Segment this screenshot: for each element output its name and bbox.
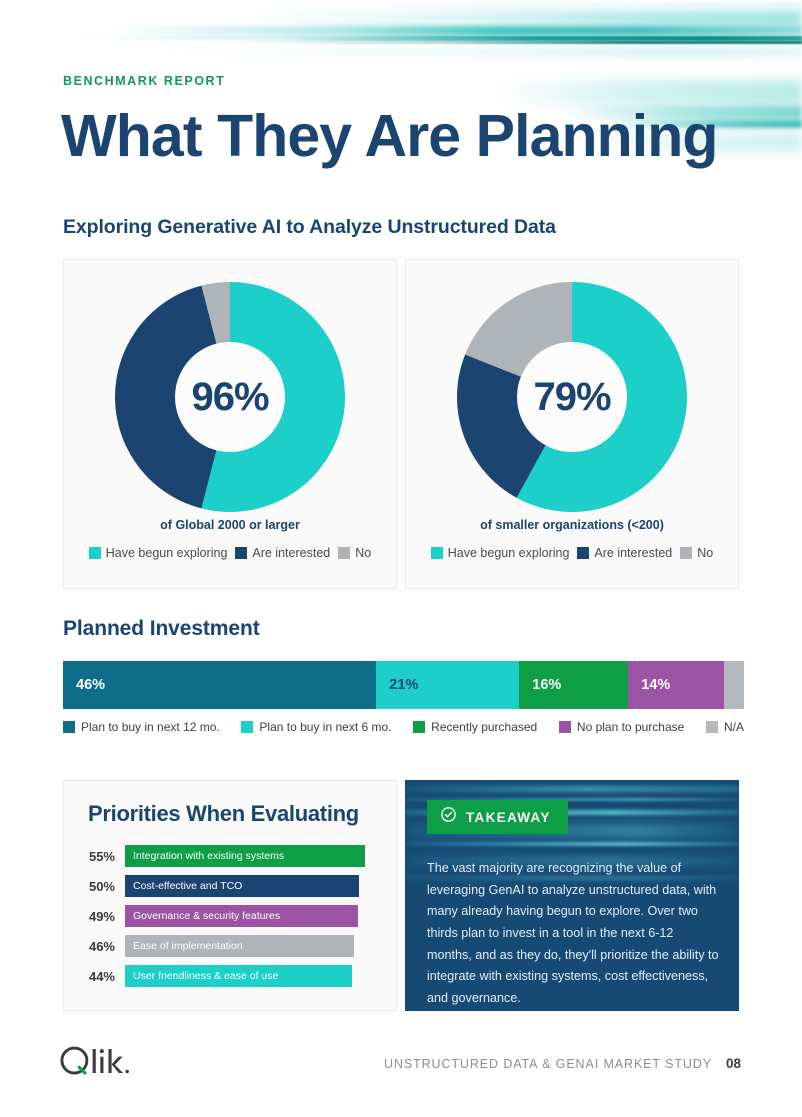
legend-label: Are interested bbox=[252, 546, 331, 560]
section-title-planned-investment: Planned Investment bbox=[63, 617, 260, 640]
legend-label: Have begun exploring bbox=[105, 546, 228, 560]
donut-legend: Have begun exploring Are interested No bbox=[406, 546, 738, 560]
investment-legend-item: No plan to purchase bbox=[558, 720, 685, 734]
priority-row: 44% User friendliness & ease of use bbox=[64, 961, 396, 991]
investment-legend-item: Recently purchased bbox=[413, 720, 537, 734]
priorities-title: Priorities When Evaluating bbox=[88, 801, 359, 826]
legend-label: No bbox=[355, 546, 372, 560]
legend-label: Plan to buy in next 6 mo. bbox=[259, 720, 392, 734]
investment-legend-item: N/A bbox=[705, 720, 744, 734]
legend-swatch-icon bbox=[63, 721, 75, 733]
legend-swatch-icon bbox=[680, 547, 693, 559]
investment-bar-segment: 21% bbox=[376, 661, 520, 709]
legend-item: Are interested bbox=[577, 546, 672, 560]
legend-label: No bbox=[697, 546, 714, 560]
page-title: What They Are Planning bbox=[61, 103, 718, 169]
donut-center-value: 96% bbox=[191, 374, 269, 419]
investment-bar-segment bbox=[723, 661, 744, 709]
priority-row: 49% Governance & security features bbox=[64, 901, 396, 931]
legend-swatch-icon bbox=[241, 721, 254, 733]
legend-label: Recently purchased bbox=[431, 720, 538, 734]
legend-item: Have begun exploring bbox=[430, 546, 570, 560]
legend-label: Have begun exploring bbox=[447, 546, 570, 560]
priority-row: 46% Ease of implementation bbox=[64, 931, 396, 961]
priority-bar: Cost-effective and TCO bbox=[125, 875, 359, 897]
legend-label: Plan to buy in next 12 mo. bbox=[81, 720, 220, 734]
priority-row: 55% Integration with existing systems bbox=[64, 841, 396, 871]
legend-item: Have begun exploring bbox=[88, 546, 228, 560]
donut-center-value: 79% bbox=[533, 374, 611, 419]
priority-bar: Governance & security features bbox=[125, 905, 358, 927]
check-circle-icon bbox=[440, 806, 457, 828]
investment-legend-item: Plan to buy in next 6 mo. bbox=[241, 720, 392, 734]
priorities-card: Priorities When Evaluating 55% Integratio… bbox=[63, 780, 397, 1011]
legend-swatch-icon bbox=[577, 547, 590, 559]
legend-swatch-icon bbox=[558, 721, 571, 733]
legend-label: N/A bbox=[723, 720, 744, 734]
report-page: BENCHMARK REPORT What They Are Planning … bbox=[0, 0, 802, 1117]
legend-swatch-icon bbox=[413, 721, 426, 733]
priority-percent: 46% bbox=[88, 938, 115, 954]
legend-swatch-icon bbox=[338, 547, 351, 559]
donut-chart-wrapper: 79% bbox=[457, 282, 687, 512]
legend-swatch-icon bbox=[430, 547, 443, 559]
donut-chart: 79% bbox=[457, 282, 687, 512]
investment-bar-segment: 14% bbox=[628, 661, 724, 709]
donut-card-smaller-orgs: 79% of smaller organizations (<200) Have… bbox=[405, 259, 739, 589]
legend-label: No plan to purchase bbox=[576, 720, 685, 734]
takeaway-box: TAKEAWAY The vast majority are recognizi… bbox=[405, 780, 739, 1011]
donut-card-global2000: 96% of Global 2000 or larger Have begun … bbox=[63, 259, 397, 589]
priority-bar: Ease of implementation bbox=[125, 935, 354, 957]
legend-item: Are interested bbox=[235, 546, 330, 560]
donut-center: 79% bbox=[517, 342, 627, 452]
donut-chart: 96% bbox=[115, 282, 345, 512]
priority-percent: 49% bbox=[88, 908, 115, 924]
footer-meta: UNSTRUCTURED DATA & GENAI MARKET STUDY 0… bbox=[384, 1056, 741, 1071]
legend-item: No bbox=[680, 546, 713, 560]
donut-chart-wrapper: 96% bbox=[115, 282, 345, 512]
priority-percent: 55% bbox=[88, 848, 115, 864]
donut-caption: of smaller organizations (<200) bbox=[480, 518, 664, 532]
planned-investment-stacked-bar: 46% 21% 16% 14% bbox=[63, 661, 744, 709]
donut-center: 96% bbox=[175, 342, 285, 452]
qlik-logo-icon bbox=[60, 1046, 129, 1075]
donut-caption: of Global 2000 or larger bbox=[160, 518, 300, 532]
legend-item: No bbox=[338, 546, 371, 560]
priority-bar: User friendliness & ease of use bbox=[125, 965, 352, 987]
priority-percent: 44% bbox=[88, 968, 115, 984]
legend-swatch-icon bbox=[705, 721, 718, 733]
takeaway-badge: TAKEAWAY bbox=[427, 800, 568, 834]
planned-investment-legend: Plan to buy in next 12 mo. Plan to buy in… bbox=[63, 720, 744, 734]
priority-percent: 50% bbox=[88, 878, 115, 894]
donut-legend: Have begun exploring Are interested No bbox=[64, 546, 396, 560]
takeaway-body-text: The vast majority are recognizing the va… bbox=[427, 861, 719, 1005]
investment-bar-segment: 16% bbox=[519, 661, 629, 709]
legend-swatch-icon bbox=[235, 547, 248, 559]
investment-legend-item: Plan to buy in next 12 mo. bbox=[63, 720, 220, 734]
eyebrow-label: BENCHMARK REPORT bbox=[63, 74, 226, 88]
footer-page-number: 08 bbox=[725, 1056, 741, 1071]
section-title-generative-ai: Exploring Generative AI to Analyze Unstr… bbox=[63, 216, 556, 238]
legend-label: Are interested bbox=[594, 546, 673, 560]
priority-row: 50% Cost-effective and TCO bbox=[64, 871, 396, 901]
priorities-bar-list: 55% Integration with existing systems 50% C… bbox=[64, 841, 396, 991]
priority-bar: Integration with existing systems bbox=[125, 845, 365, 867]
footer-study-name: UNSTRUCTURED DATA & GENAI MARKET STUDY bbox=[383, 1056, 712, 1071]
top-gradient-banner bbox=[0, 0, 802, 62]
legend-swatch-icon bbox=[88, 547, 101, 559]
investment-bar-segment: 46% bbox=[63, 661, 377, 709]
qlik-logo bbox=[60, 1046, 132, 1081]
takeaway-badge-label: TAKEAWAY bbox=[466, 809, 551, 825]
